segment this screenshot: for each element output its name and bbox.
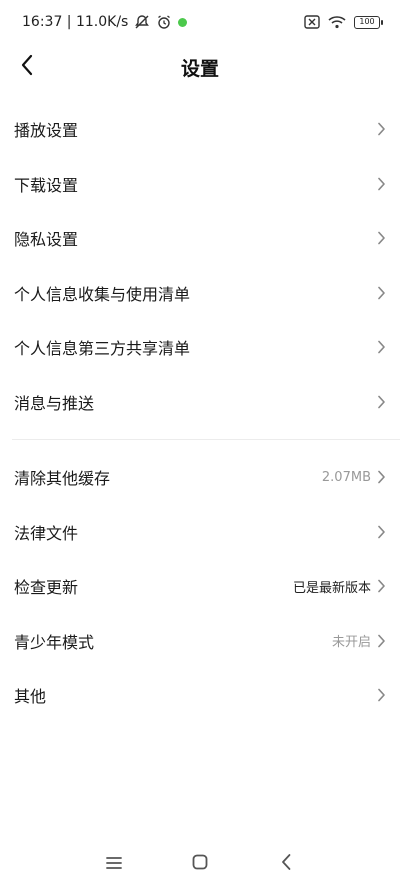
chevron-right-icon xyxy=(377,340,386,354)
chevron-right-icon xyxy=(377,395,386,409)
section-divider xyxy=(12,439,400,440)
back-button[interactable] xyxy=(12,52,42,82)
settings-item-label: 法律文件 xyxy=(14,523,79,543)
cache-size-value: 2.07MB xyxy=(321,469,371,485)
update-status-value: 已是最新版本 xyxy=(292,580,371,596)
settings-item-label: 清除其他缓存 xyxy=(14,469,111,489)
status-bar: 16:37 | 11.0K/s 100 xyxy=(0,0,400,44)
sim-off-icon xyxy=(304,15,320,29)
status-time-speed: 16:37 | 11.0K/s xyxy=(22,14,129,30)
chevron-right-icon xyxy=(377,122,386,136)
settings-item-label: 个人信息收集与使用清单 xyxy=(14,284,191,304)
settings-item-other[interactable]: 其他 xyxy=(0,668,400,723)
settings-item-legal-documents[interactable]: 法律文件 xyxy=(0,505,400,560)
chevron-right-icon xyxy=(377,525,386,539)
system-nav-bar xyxy=(0,839,400,889)
alarm-icon xyxy=(156,14,172,30)
settings-item-teen-mode[interactable]: 青少年模式 未开启 xyxy=(0,614,400,669)
settings-item-playback[interactable]: 播放设置 xyxy=(0,102,400,157)
settings-item-label: 其他 xyxy=(14,687,47,707)
chevron-right-icon xyxy=(377,688,386,702)
settings-item-label: 下载设置 xyxy=(14,175,79,195)
settings-item-label: 播放设置 xyxy=(14,121,79,141)
settings-item-label: 检查更新 xyxy=(14,578,79,598)
nav-back-button[interactable] xyxy=(243,844,329,884)
nav-home-button[interactable] xyxy=(157,844,243,884)
settings-item-notifications[interactable]: 消息与推送 xyxy=(0,375,400,430)
mute-bell-icon xyxy=(134,14,150,30)
settings-item-label: 消息与推送 xyxy=(14,393,95,413)
status-left: 16:37 | 11.0K/s xyxy=(22,14,188,30)
settings-item-download[interactable]: 下载设置 xyxy=(0,157,400,212)
settings-item-label: 隐私设置 xyxy=(14,230,79,250)
settings-item-label: 青少年模式 xyxy=(14,632,95,652)
settings-item-third-party-sharing[interactable]: 个人信息第三方共享清单 xyxy=(0,320,400,375)
back-arrow-icon xyxy=(20,54,34,80)
chevron-right-icon xyxy=(377,231,386,245)
settings-list: 播放设置 下载设置 隐私设置 个人信息收集与使用清单 个人信息第三方共享清单 消… xyxy=(0,102,400,723)
app-header: 设置 xyxy=(0,44,400,90)
chevron-right-icon xyxy=(377,579,386,593)
settings-item-check-update[interactable]: 检查更新 已是最新版本 xyxy=(0,559,400,614)
wifi-icon xyxy=(328,15,346,29)
settings-item-privacy[interactable]: 隐私设置 xyxy=(0,211,400,266)
battery-icon: 100 xyxy=(354,15,383,29)
back-triangle-icon xyxy=(280,853,292,875)
chevron-right-icon xyxy=(377,177,386,191)
settings-screen: 16:37 | 11.0K/s 100 设置 播放设置 下载设置 隐私设置 个人… xyxy=(0,0,400,889)
settings-item-label: 个人信息第三方共享清单 xyxy=(14,339,191,359)
chevron-right-icon xyxy=(377,470,386,484)
nav-recents-button[interactable] xyxy=(71,844,157,884)
menu-icon xyxy=(105,855,123,874)
settings-item-clear-cache[interactable]: 清除其他缓存 2.07MB xyxy=(0,450,400,505)
settings-item-personal-info-collection[interactable]: 个人信息收集与使用清单 xyxy=(0,266,400,321)
green-dot-icon xyxy=(178,17,188,27)
status-right: 100 xyxy=(304,15,383,29)
chevron-right-icon xyxy=(377,286,386,300)
teen-mode-status-value: 未开启 xyxy=(331,635,371,651)
chevron-right-icon xyxy=(377,634,386,648)
home-square-icon xyxy=(191,853,209,875)
page-title: 设置 xyxy=(180,57,219,80)
